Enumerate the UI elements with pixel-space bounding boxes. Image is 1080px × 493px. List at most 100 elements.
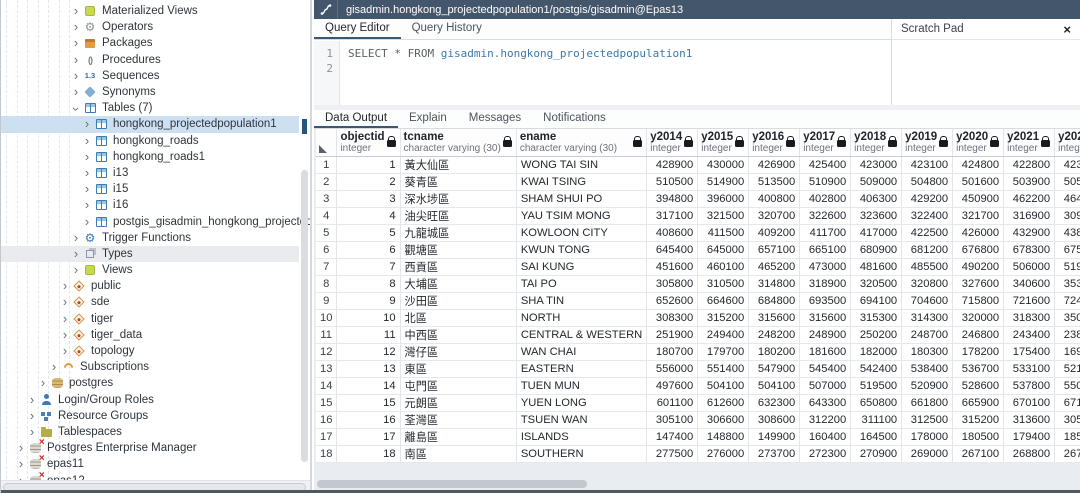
tree-item-views[interactable]: ›Views	[1, 262, 299, 278]
cell-y2022[interactable]: 309200	[1055, 207, 1080, 224]
chevron-right-icon[interactable]: ›	[81, 119, 93, 129]
cell-tcname[interactable]: 葵青區	[400, 173, 516, 190]
cell-y2019[interactable]: 520900	[902, 377, 953, 394]
close-icon[interactable]: ×	[1063, 23, 1071, 36]
cell-objectid[interactable]: 6	[337, 241, 400, 258]
tree-item-postgres[interactable]: ›postgres	[1, 375, 299, 391]
cell-y2017[interactable]: 160400	[800, 428, 851, 445]
row-number[interactable]: 17	[316, 428, 337, 445]
cell-y2020[interactable]: 501600	[953, 173, 1004, 190]
chevron-right-icon[interactable]: ›	[70, 6, 82, 16]
cell-y2021[interactable]: 175400	[1004, 343, 1055, 360]
cell-y2019[interactable]: 538400	[902, 360, 953, 377]
chevron-right-icon[interactable]: ›	[59, 346, 71, 356]
chevron-right-icon[interactable]: ›	[81, 136, 93, 146]
cell-objectid[interactable]: 18	[337, 445, 400, 462]
cell-y2017[interactable]: 181600	[800, 343, 851, 360]
chevron-right-icon[interactable]: ›	[70, 71, 82, 81]
chevron-right-icon[interactable]: ›	[70, 38, 82, 48]
cell-y2019[interactable]: 180300	[902, 343, 953, 360]
cell-ename[interactable]: CENTRAL & WESTERN	[516, 326, 646, 343]
cell-tcname[interactable]: 九龍城區	[400, 224, 516, 241]
tree-item-tablespaces[interactable]: ›Tablespaces	[1, 424, 299, 440]
cell-y2021[interactable]: 506000	[1004, 258, 1055, 275]
column-header-y2019[interactable]: y2019integer	[902, 129, 953, 156]
cell-y2017[interactable]: 545400	[800, 360, 851, 377]
cell-y2019[interactable]: 661800	[902, 394, 953, 411]
chevron-right-icon[interactable]: ›	[81, 200, 93, 210]
cell-objectid[interactable]: 16	[337, 411, 400, 428]
tree-item-synonyms[interactable]: ›Synonyms	[1, 84, 299, 100]
cell-y2022[interactable]: 438500	[1055, 224, 1080, 241]
tree-item-materialized-views[interactable]: ›Materialized Views	[1, 3, 299, 19]
column-header-y2014[interactable]: y2014integer	[647, 129, 698, 156]
cell-y2022[interactable]: 519300	[1055, 258, 1080, 275]
cell-tcname[interactable]: 油尖旺區	[400, 207, 516, 224]
cell-ename[interactable]: KOWLOON CITY	[516, 224, 646, 241]
column-header-y2016[interactable]: y2016integer	[749, 129, 800, 156]
cell-y2018[interactable]: 481600	[851, 258, 902, 275]
result-tab-data-output[interactable]: Data Output	[314, 110, 398, 128]
cell-y2019[interactable]: 504800	[902, 173, 953, 190]
cell-y2018[interactable]: 680900	[851, 241, 902, 258]
cell-y2018[interactable]: 270900	[851, 445, 902, 462]
cell-y2020[interactable]: 426000	[953, 224, 1004, 241]
cell-tcname[interactable]: 沙田區	[400, 292, 516, 309]
chevron-right-icon[interactable]: ›	[26, 395, 38, 405]
cell-tcname[interactable]: 中西區	[400, 326, 516, 343]
tree-item-hongkong-roads1[interactable]: ›hongkong_roads1	[1, 149, 299, 165]
cell-y2015[interactable]: 612600	[698, 394, 749, 411]
cell-y2018[interactable]: 650800	[851, 394, 902, 411]
chevron-right-icon[interactable]: ›	[37, 378, 49, 388]
cell-y2021[interactable]: 318300	[1004, 309, 1055, 326]
cell-tcname[interactable]: 屯門區	[400, 377, 516, 394]
cell-y2020[interactable]: 715800	[953, 292, 1004, 309]
cell-y2019[interactable]: 248700	[902, 326, 953, 343]
cell-y2022[interactable]: 521800	[1055, 360, 1080, 377]
cell-y2014[interactable]: 305100	[647, 411, 698, 428]
cell-y2016[interactable]: 513500	[749, 173, 800, 190]
cell-y2018[interactable]: 423000	[851, 156, 902, 173]
cell-tcname[interactable]: 觀塘區	[400, 241, 516, 258]
cell-y2022[interactable]: 423200	[1055, 156, 1080, 173]
cell-y2015[interactable]: 411500	[698, 224, 749, 241]
cell-y2014[interactable]: 308300	[647, 309, 698, 326]
cell-y2021[interactable]: 268800	[1004, 445, 1055, 462]
cell-y2020[interactable]: 424800	[953, 156, 1004, 173]
cell-y2019[interactable]: 423100	[902, 156, 953, 173]
cell-y2021[interactable]: 422800	[1004, 156, 1055, 173]
cell-y2015[interactable]: 664600	[698, 292, 749, 309]
cell-y2016[interactable]: 180200	[749, 343, 800, 360]
cell-y2022[interactable]: 353300	[1055, 275, 1080, 292]
cell-y2022[interactable]: 675000	[1055, 241, 1080, 258]
cell-ename[interactable]: TSUEN WAN	[516, 411, 646, 428]
cell-tcname[interactable]: 灣仔區	[400, 343, 516, 360]
result-tab-explain[interactable]: Explain	[398, 110, 458, 128]
cell-y2016[interactable]: 248200	[749, 326, 800, 343]
cell-y2016[interactable]: 465200	[749, 258, 800, 275]
chevron-right-icon[interactable]: ›	[70, 233, 82, 243]
cell-ename[interactable]: TAI PO	[516, 275, 646, 292]
cell-y2016[interactable]: 315600	[749, 309, 800, 326]
cell-y2014[interactable]: 180700	[647, 343, 698, 360]
cell-y2018[interactable]: 406300	[851, 190, 902, 207]
chevron-right-icon[interactable]: ›	[59, 297, 71, 307]
tree-item-i15[interactable]: ›i15	[1, 181, 299, 197]
cell-y2016[interactable]: 657100	[749, 241, 800, 258]
cell-y2017[interactable]: 322600	[800, 207, 851, 224]
editor-code[interactable]: SELECT * FROM gisadmin.hongkong_projecte…	[340, 41, 692, 105]
grid-hscroll-thumb[interactable]	[317, 480, 587, 488]
result-tab-messages[interactable]: Messages	[458, 110, 532, 128]
cell-y2019[interactable]: 422500	[902, 224, 953, 241]
row-number[interactable]: 14	[316, 377, 337, 394]
cell-y2020[interactable]: 267100	[953, 445, 1004, 462]
cell-y2019[interactable]: 485500	[902, 258, 953, 275]
cell-y2017[interactable]: 473000	[800, 258, 851, 275]
cell-y2015[interactable]: 514900	[698, 173, 749, 190]
cell-y2022[interactable]: 305800	[1055, 411, 1080, 428]
column-header-ename[interactable]: enamecharacter varying (30)	[516, 129, 646, 156]
cell-y2021[interactable]: 503900	[1004, 173, 1055, 190]
cell-tcname[interactable]: 大埔區	[400, 275, 516, 292]
tree-item-hongkong-projectedpopulation1[interactable]: ›hongkong_projectedpopulation1	[1, 116, 299, 132]
cell-y2014[interactable]: 601100	[647, 394, 698, 411]
